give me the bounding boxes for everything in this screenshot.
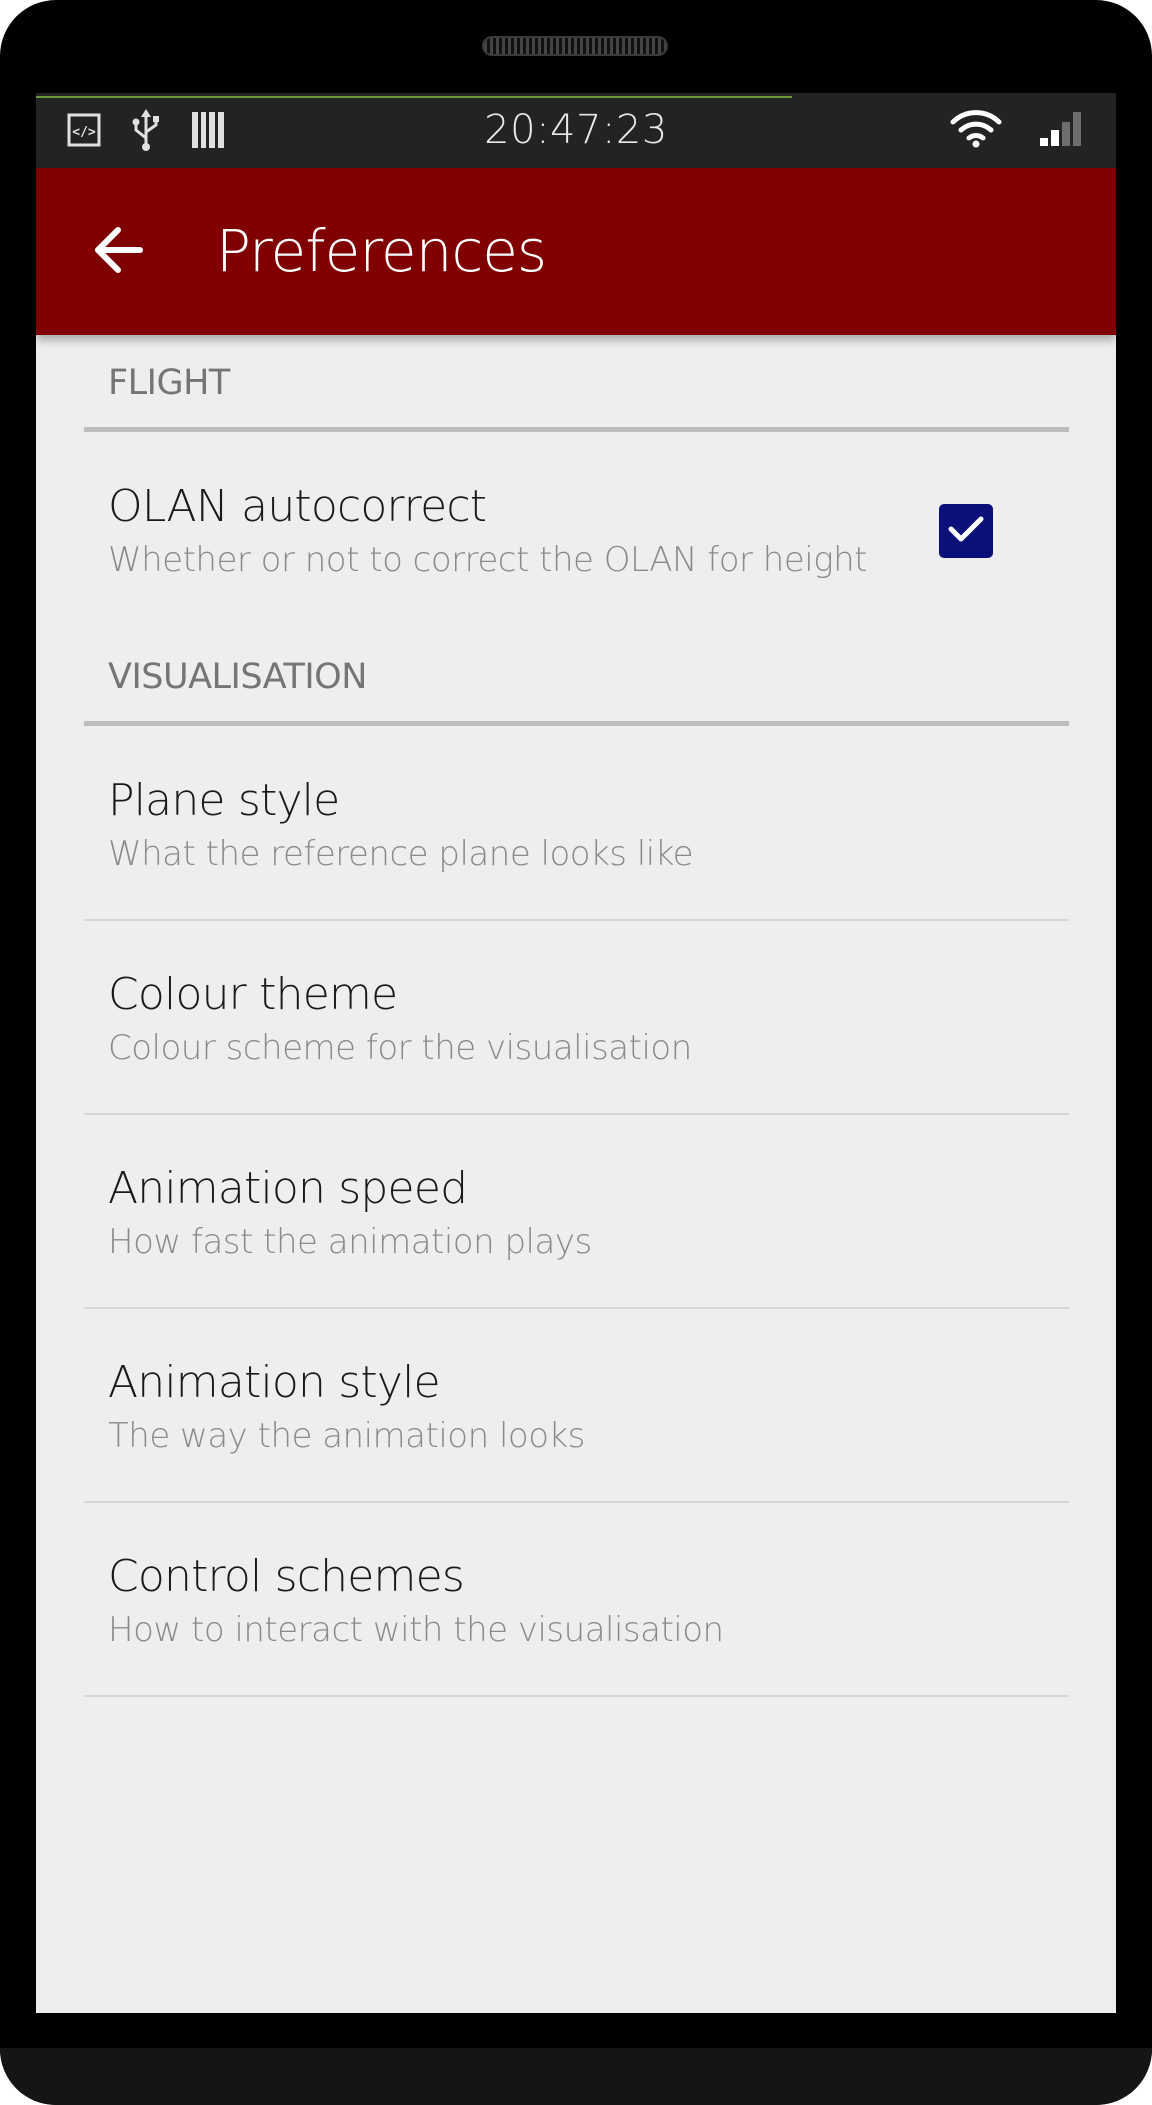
- back-button[interactable]: [86, 220, 150, 284]
- pref-title: OLAN autocorrect: [108, 481, 487, 532]
- pref-plane-style[interactable]: Plane style What the reference plane loo…: [36, 727, 1116, 921]
- pref-summary: Whether or not to correct the OLAN for h…: [108, 540, 868, 580]
- screen: </> 20:47:23 Preferences FLIGHT OLAN aut…: [36, 93, 1116, 2013]
- category-label: FLIGHT: [108, 363, 230, 403]
- category-visualisation: VISUALISATION: [36, 629, 1116, 727]
- phone-frame: </> 20:47:23 Preferences FLIGHT OLAN aut…: [0, 0, 1152, 2105]
- category-flight: FLIGHT: [36, 335, 1116, 433]
- pref-colour-theme[interactable]: Colour theme Colour scheme for the visua…: [36, 921, 1116, 1115]
- pref-olan-autocorrect[interactable]: OLAN autocorrect Whether or not to corre…: [36, 433, 1116, 629]
- page-title: Preferences: [216, 217, 547, 285]
- earpiece-speaker: [482, 36, 668, 56]
- status-right-icons: [950, 105, 1088, 155]
- pref-animation-style[interactable]: Animation style The way the animation lo…: [36, 1309, 1116, 1503]
- pref-summary: How fast the animation plays: [108, 1222, 592, 1262]
- checkmark-icon: [946, 513, 986, 550]
- status-progress-line: [36, 96, 792, 98]
- phone-bottom-bezel: [0, 2048, 1152, 2105]
- pref-divider: [84, 1695, 1069, 1697]
- pref-animation-speed[interactable]: Animation speed How fast the animation p…: [36, 1115, 1116, 1309]
- arrow-back-icon: [92, 226, 144, 279]
- pref-summary: What the reference plane looks like: [108, 834, 694, 874]
- pref-title: Animation style: [108, 1357, 441, 1408]
- preferences-list: FLIGHT OLAN autocorrect Whether or not t…: [36, 335, 1116, 1697]
- pref-title: Control schemes: [108, 1551, 465, 1602]
- status-bar: </> 20:47:23: [36, 93, 1116, 168]
- signal-icon: [1038, 108, 1088, 153]
- pref-control-schemes[interactable]: Control schemes How to interact with the…: [36, 1503, 1116, 1697]
- pref-summary: How to interact with the visualisation: [108, 1610, 724, 1650]
- category-divider: [84, 721, 1069, 726]
- pref-title: Animation speed: [108, 1163, 468, 1214]
- wifi-icon: [950, 108, 1002, 153]
- pref-summary: Colour scheme for the visualisation: [108, 1028, 692, 1068]
- category-divider: [84, 427, 1069, 432]
- app-bar: Preferences: [36, 168, 1116, 335]
- pref-summary: The way the animation looks: [108, 1416, 585, 1456]
- pref-title: Colour theme: [108, 969, 398, 1020]
- category-label: VISUALISATION: [108, 657, 367, 697]
- pref-title: Plane style: [108, 775, 340, 826]
- olan-autocorrect-checkbox[interactable]: [939, 504, 993, 558]
